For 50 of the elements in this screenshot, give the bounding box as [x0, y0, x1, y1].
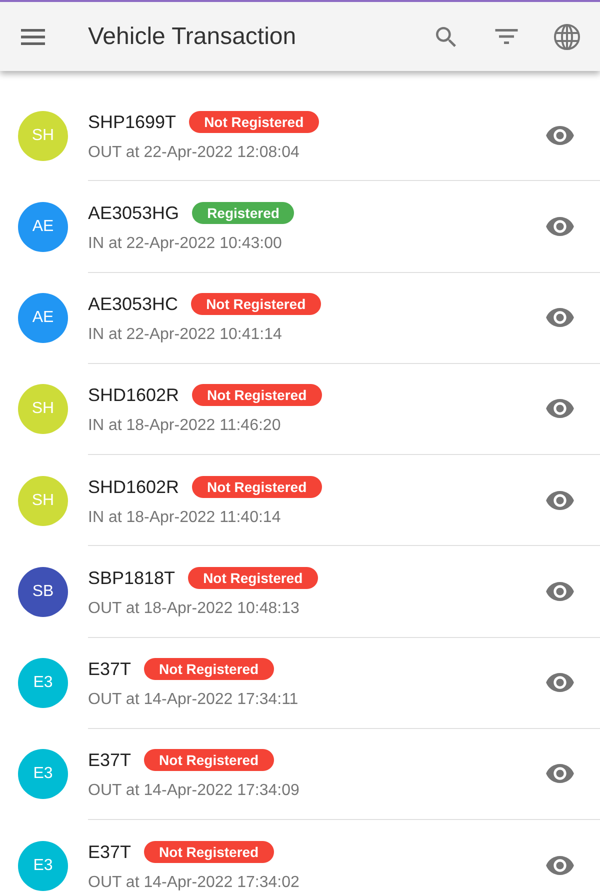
status-badge: Not Registered — [192, 476, 322, 498]
plate-number: SHD1602R — [88, 478, 180, 496]
avatar: SB — [18, 566, 68, 617]
avatar: SH — [18, 384, 68, 434]
eye-icon[interactable] — [546, 308, 574, 328]
eye-icon[interactable] — [546, 216, 574, 236]
plate-number: SBP1818T — [88, 568, 176, 587]
eye-icon[interactable] — [546, 126, 574, 145]
transaction-detail: OUT at 14-Apr-2022 17:34:09 — [88, 781, 300, 802]
eye-icon[interactable] — [546, 856, 574, 875]
avatar: E3 — [18, 840, 68, 891]
plate-number: E37T — [88, 751, 132, 770]
avatar: AE — [18, 202, 68, 252]
transaction-detail: IN at 22-Apr-2022 10:43:00 — [88, 234, 283, 254]
plate-number: AE3053HG — [88, 204, 180, 222]
transaction-detail: OUT at 18-Apr-2022 10:48:13 — [88, 598, 300, 619]
status-badge: Not Registered — [192, 384, 322, 406]
transaction-detail: IN at 18-Apr-2022 11:40:14 — [88, 508, 282, 528]
transaction-detail: OUT at 14-Apr-2022 17:34:11 — [88, 690, 298, 710]
status-badge: Not Registered — [188, 566, 318, 589]
eye-icon[interactable] — [546, 673, 574, 692]
status-badge: Not Registered — [191, 293, 321, 316]
eye-icon[interactable] — [546, 399, 574, 418]
globe-icon[interactable] — [554, 24, 580, 50]
status-badge: Not Registered — [144, 840, 274, 863]
avatar: E3 — [18, 658, 68, 708]
plate-number: E37T — [88, 660, 132, 678]
transaction-detail: OUT at 22-Apr-2022 12:08:04 — [88, 142, 300, 163]
avatar: SH — [18, 110, 68, 161]
plate-number: AE3053HC — [88, 295, 178, 314]
transaction-detail: IN at 22-Apr-2022 10:41:14 — [88, 325, 283, 346]
plate-number: SHP1699T — [88, 112, 176, 131]
eye-icon[interactable] — [546, 490, 574, 510]
status-badge: Not Registered — [144, 658, 274, 680]
avatar: E3 — [18, 749, 68, 800]
status-badge: Not Registered — [144, 749, 274, 772]
avatar: SH — [18, 476, 68, 526]
plate-number: SHD1602R — [88, 386, 180, 404]
plate-number: E37T — [88, 842, 132, 861]
eye-icon[interactable] — [546, 582, 574, 601]
app-title: Vehicle Transaction — [88, 22, 296, 52]
transaction-detail: IN at 18-Apr-2022 11:46:20 — [88, 416, 282, 436]
filter-icon[interactable] — [495, 29, 518, 44]
avatar: AE — [18, 293, 68, 344]
status-badge: Registered — [192, 202, 294, 224]
menu-icon[interactable] — [21, 28, 45, 44]
status-badge: Not Registered — [189, 110, 319, 133]
search-icon[interactable] — [436, 26, 456, 46]
transaction-detail: OUT at 14-Apr-2022 17:34:02 — [88, 872, 300, 893]
eye-icon[interactable] — [546, 764, 574, 784]
